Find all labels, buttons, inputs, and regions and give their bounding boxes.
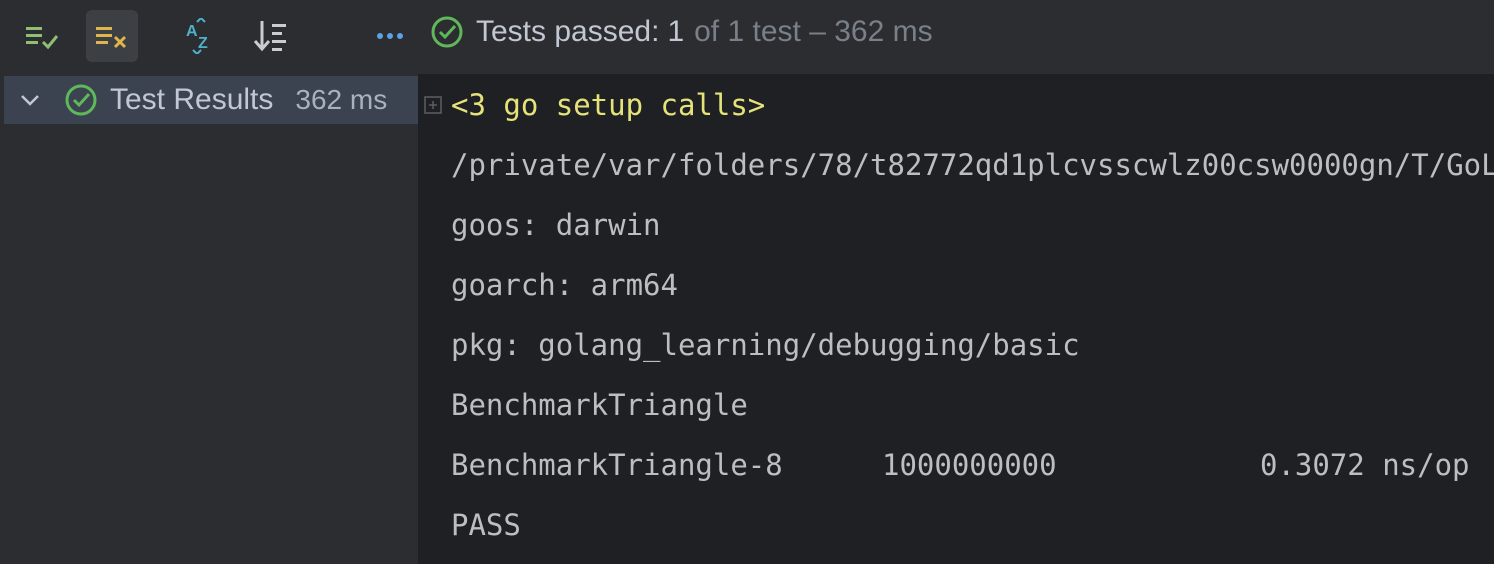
list-check-icon — [26, 27, 59, 50]
console-line-pkg: pkg: golang_learning/debugging/basic — [451, 328, 1080, 362]
sort-duration-icon — [253, 21, 286, 52]
sort-duration-button[interactable] — [244, 10, 296, 62]
svg-text:A: A — [186, 23, 198, 40]
status-passed-count: 1 — [667, 15, 685, 48]
show-ignored-button[interactable] — [86, 10, 138, 62]
show-passed-button[interactable] — [16, 10, 68, 62]
console-line-goos: goos: darwin — [451, 208, 661, 242]
more-dots-icon — [377, 33, 403, 39]
console-line-command: /private/var/folders/78/t82772qd1plcvssc… — [451, 148, 1494, 182]
chevron-down-icon[interactable] — [18, 88, 42, 112]
more-button[interactable] — [364, 10, 416, 62]
list-x-icon — [96, 27, 127, 49]
fold-expand-icon[interactable] — [424, 96, 442, 114]
check-circle-icon — [431, 16, 463, 48]
console-line-setup-calls[interactable]: <3 go setup calls> — [451, 87, 765, 123]
console-line-goarch: goarch: arm64 — [451, 268, 678, 302]
bench-name: BenchmarkTriangle-8 — [451, 448, 783, 482]
console-output[interactable]: <3 go setup calls> /private/var/folders/… — [418, 74, 1494, 564]
test-runner-toolbar: A Z Tests passed: 1 of 1 test – 362 ms — [0, 0, 1494, 74]
sort-alpha-icon: A Z — [186, 18, 208, 54]
console-line-bench-name: BenchmarkTriangle — [451, 388, 748, 422]
status-suffix: of 1 test – 362 ms — [694, 15, 933, 48]
bench-iterations: 1000000000 — [882, 448, 1057, 482]
console-line-pass: PASS — [451, 508, 521, 542]
sort-alpha-button[interactable]: A Z — [174, 10, 226, 62]
check-circle-icon — [65, 84, 97, 116]
console-line-bench-result: BenchmarkTriangle-8 1000000000 0.3072 ns… — [451, 447, 1491, 483]
bench-result: 0.3072 ns/op — [1260, 448, 1470, 482]
tree-item-duration: 362 ms — [295, 84, 388, 115]
test-results-tree: Test Results 362 ms — [0, 74, 418, 564]
tree-item-label: Test Results — [110, 83, 274, 116]
test-status-summary: Tests passed: 1 of 1 test – 362 ms — [430, 14, 933, 50]
svg-text:Z: Z — [198, 35, 208, 52]
status-prefix: Tests passed: — [476, 15, 660, 48]
tree-item-test-results[interactable]: Test Results 362 ms — [4, 76, 418, 124]
